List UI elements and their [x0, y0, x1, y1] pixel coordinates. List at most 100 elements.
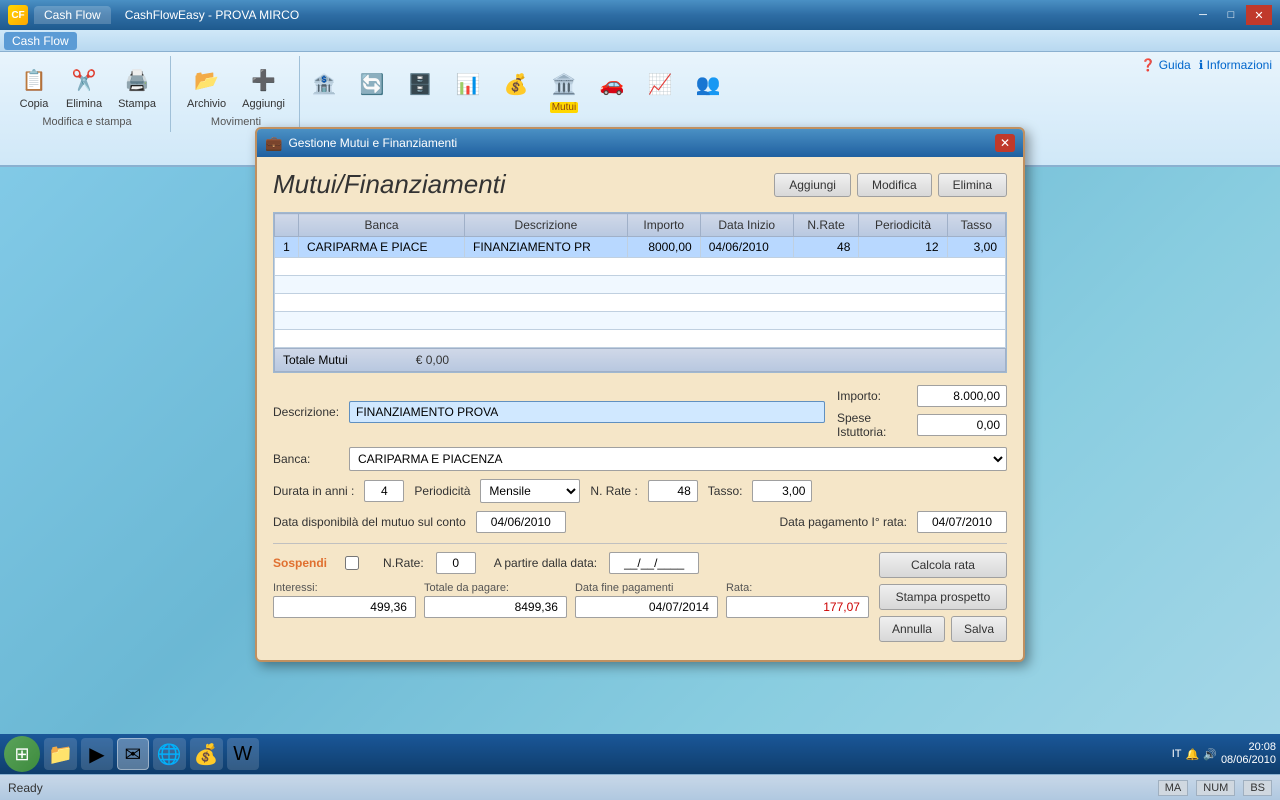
menu-bar: Cash Flow [0, 30, 1280, 52]
start-button[interactable]: ⊞ [4, 736, 40, 772]
totale-da-pagare-label: Totale da pagare: [424, 582, 567, 594]
dialog-action-buttons: Aggiungi Modifica Elimina [774, 173, 1007, 197]
menu-cash-flow[interactable]: Cash Flow [4, 32, 77, 50]
a-partire-input[interactable] [609, 552, 699, 574]
table-row[interactable]: 1 CARIPARMA E PIACE FINANZIAMENTO PR 800… [275, 237, 1006, 258]
tasso-input[interactable] [752, 480, 812, 502]
total-row: Totale Mutui € 0,00 [274, 348, 1006, 372]
tb-icon6[interactable]: 🏛️Mutui [542, 64, 586, 117]
clock-date: 08/06/2010 [1221, 754, 1276, 767]
tb-icon9[interactable]: 👥 [686, 64, 730, 117]
modifica-action-button[interactable]: Modifica [857, 173, 932, 197]
elimina-action-button[interactable]: Elimina [938, 173, 1007, 197]
spese-field-group: SpeseIstuttoria: [837, 411, 1007, 439]
salva-button[interactable]: Salva [951, 616, 1007, 642]
dialog-close-button[interactable]: ✕ [995, 134, 1015, 152]
sospendi-section: Sospendi N.Rate: A partire dalla data: I… [273, 552, 869, 618]
title-bar-left: CF Cash Flow CashFlowEasy - PROVA MIRCO [8, 5, 299, 25]
archivio-label: Archivio [187, 98, 226, 110]
form-row2: Banca: CARIPARMA E PIACENZA [273, 447, 1007, 471]
taskbar-word[interactable]: W [227, 738, 259, 770]
archivio-button[interactable]: 📂 Archivio [181, 60, 232, 114]
row-banca: CARIPARMA E PIACE [299, 237, 465, 258]
aggiungi-button[interactable]: ➕ Aggiungi [236, 60, 291, 114]
totale-mutui-label: Totale Mutui [283, 353, 348, 367]
row-periodicita: 12 [859, 237, 947, 258]
add-icon: ➕ [248, 64, 280, 96]
mutui-table-wrapper: Banca Descrizione Importo Data Inizio N.… [273, 212, 1007, 373]
banca-select[interactable]: CARIPARMA E PIACENZA [349, 447, 1007, 471]
elimina-button[interactable]: ✂️ Elimina [60, 60, 108, 114]
explorer-icon: 📁 [48, 742, 73, 767]
interessi-group: Interessi: 499,36 [273, 582, 416, 618]
sospendi-checkbox[interactable] [345, 556, 359, 570]
tb-icon2[interactable]: 🔄 [350, 64, 394, 117]
descrizione-input[interactable] [349, 401, 825, 423]
tb-icon4[interactable]: 📊 [446, 64, 490, 117]
stampa-button[interactable]: 🖨️ Stampa [112, 60, 162, 114]
stampa-label: Stampa [118, 98, 156, 110]
maximize-button[interactable]: □ [1218, 5, 1244, 25]
dialog-title-bar: 💼 Gestione Mutui e Finanziamenti ✕ [257, 129, 1023, 157]
form-row5: Sospendi N.Rate: A partire dalla data: I… [273, 552, 1007, 642]
window-title: CashFlowEasy - PROVA MIRCO [125, 8, 299, 22]
minimize-button[interactable]: ─ [1190, 5, 1216, 25]
taskbar-media[interactable]: ▶ [81, 738, 113, 770]
row-data-inizio: 04/06/2010 [700, 237, 793, 258]
gestione-mutui-dialog: 💼 Gestione Mutui e Finanziamenti ✕ Mutui… [255, 127, 1025, 662]
copia-button[interactable]: 📋 Copia [12, 60, 56, 114]
n-rate-input[interactable] [648, 480, 698, 502]
rata-group: Rata: 177,07 [726, 582, 869, 618]
descrizione-field-group: Descrizione: [273, 385, 825, 439]
durata-input[interactable] [364, 480, 404, 502]
col-descrizione: Descrizione [465, 214, 628, 237]
data-disponibile-input[interactable] [476, 511, 566, 533]
status-ma: MA [1158, 780, 1189, 796]
a-partire-label: A partire dalla data: [494, 556, 597, 570]
taskbar-browser[interactable]: 🌐 [153, 738, 186, 770]
close-button[interactable]: ✕ [1246, 5, 1272, 25]
row-tasso: 3,00 [947, 237, 1005, 258]
sospendi-label: Sospendi [273, 556, 333, 570]
data-pagamento-input[interactable] [917, 511, 1007, 533]
periodicita-select[interactable]: Mensile Trimestrale Semestrale Annuale [480, 479, 580, 503]
calcola-rata-button[interactable]: Calcola rata [879, 552, 1007, 578]
status-bs: BS [1243, 780, 1272, 796]
table-row-empty2 [275, 276, 1006, 294]
tb-icon5[interactable]: 💰 [494, 64, 538, 117]
spese-input[interactable] [917, 414, 1007, 436]
guida-link[interactable]: ❓ Guida [1140, 58, 1190, 72]
taskbar-right: IT 🔔 🔊 20:08 08/06/2010 [1172, 741, 1276, 767]
print-icon: 🖨️ [121, 64, 153, 96]
taskbar-mail[interactable]: ✉ [117, 738, 149, 770]
n-rate2-input[interactable] [436, 552, 476, 574]
stampa-prospetto-button[interactable]: Stampa prospetto [879, 584, 1007, 610]
tasso-label: Tasso: [708, 484, 743, 498]
data-fine-label: Data fine pagamenti [575, 582, 718, 594]
data-pagamento-label: Data pagamento I° rata: [779, 515, 907, 529]
form-row3: Durata in anni : Periodicità Mensile Tri… [273, 479, 1007, 503]
tb-icon7[interactable]: 🚗 [590, 64, 634, 117]
archive-icon: 📂 [191, 64, 223, 96]
keyboard-indicator: IT [1172, 748, 1182, 760]
aggiungi-action-button[interactable]: Aggiungi [774, 173, 851, 197]
taskbar-explorer[interactable]: 📁 [44, 738, 77, 770]
annulla-button[interactable]: Annulla [879, 616, 945, 642]
dialog-header: Mutui/Finanziamenti Aggiungi Modifica El… [273, 169, 1007, 200]
tb-icon8[interactable]: 📈 [638, 64, 682, 117]
taskbar-finance[interactable]: 💰 [190, 738, 223, 770]
informazioni-link[interactable]: ℹ Informazioni [1199, 58, 1272, 72]
table-row-empty4 [275, 312, 1006, 330]
importo-label: Importo: [837, 389, 881, 403]
totale-da-pagare-value: 8499,36 [424, 596, 567, 618]
data-fine-value: 04/07/2014 [575, 596, 718, 618]
word-icon: W [233, 743, 252, 766]
importo-input[interactable] [917, 385, 1007, 407]
col-importo: Importo [627, 214, 700, 237]
app-tab[interactable]: Cash Flow [34, 6, 111, 24]
tb-icon1[interactable]: 🏦 [302, 64, 346, 117]
form-row4: Data disponibilà del mutuo sul conto Dat… [273, 511, 1007, 533]
tb-icon3[interactable]: 🗄️ [398, 64, 442, 117]
media-icon: ▶ [89, 742, 104, 767]
edit-group-label: Modifica e stampa [42, 116, 131, 128]
